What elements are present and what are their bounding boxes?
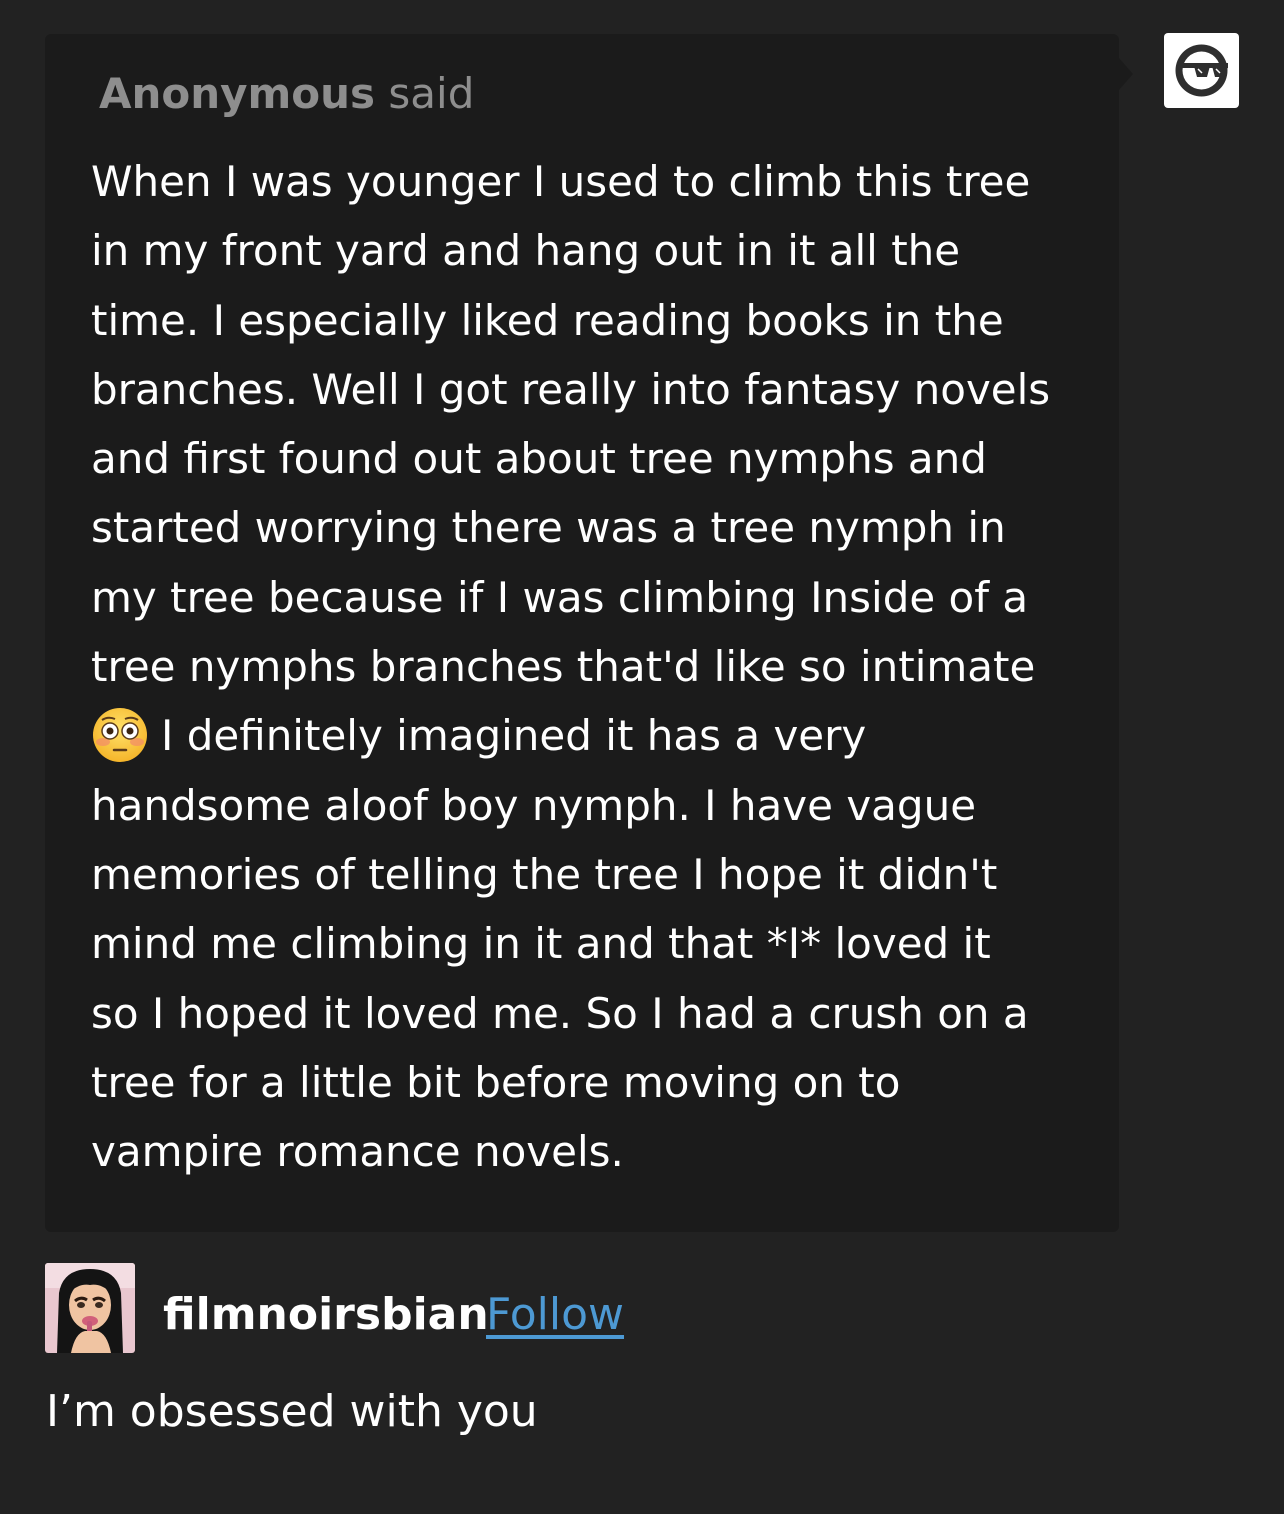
anonymous-avatar[interactable]	[1164, 33, 1239, 108]
ask-bubble: Anonymous said When I was younger I used…	[45, 34, 1119, 1232]
ask-line: so I hoped it loved me. So I had a crush…	[91, 988, 1029, 1038]
ask-body: When I was younger I used to climb this …	[91, 147, 1101, 1186]
ask-line: vampire romance novels.	[91, 1127, 624, 1177]
user-avatar-image	[45, 1263, 135, 1353]
bubble-tail	[1119, 58, 1133, 90]
ask-line: mind me climbing in it and that *I* love…	[91, 919, 991, 969]
user-avatar[interactable]	[45, 1263, 135, 1353]
reply-text: I’m obsessed with you	[46, 1386, 538, 1437]
ask-line: handsome aloof boy nymph. I have vague	[91, 780, 977, 830]
ask-line: in my front yard and hang out in it all …	[91, 226, 961, 276]
ask-line: tree nymphs branches that'd like so inti…	[91, 642, 1036, 692]
ask-line: branches. Well I got really into fantasy…	[91, 364, 1051, 414]
ask-line: and first found out about tree nymphs an…	[91, 434, 987, 484]
ask-line: my tree because if I was climbing Inside…	[91, 572, 1029, 622]
flushed-face-emoji-icon	[91, 706, 149, 764]
follow-link[interactable]: Follow	[486, 1288, 624, 1342]
ask-line: memories of telling the tree I hope it d…	[91, 849, 998, 899]
asker-said: said	[375, 69, 475, 118]
asker-header: Anonymous said	[99, 68, 474, 120]
ask-line: time. I especially liked reading books i…	[91, 295, 1004, 345]
reply-username[interactable]: filmnoirsbian	[163, 1288, 489, 1342]
ask-line: tree for a little bit before moving on t…	[91, 1057, 901, 1107]
ask-line: I definitely imagined it has a very	[161, 711, 867, 761]
ask-line: When I was younger I used to climb this …	[91, 157, 1031, 206]
ask-line-with-emoji: I definitely imagined it has a very	[91, 701, 1101, 770]
anonymous-sunglasses-icon	[1175, 44, 1228, 97]
asker-name: Anonymous	[99, 69, 376, 118]
ask-line: started worrying there was a tree nymph …	[91, 503, 1006, 553]
